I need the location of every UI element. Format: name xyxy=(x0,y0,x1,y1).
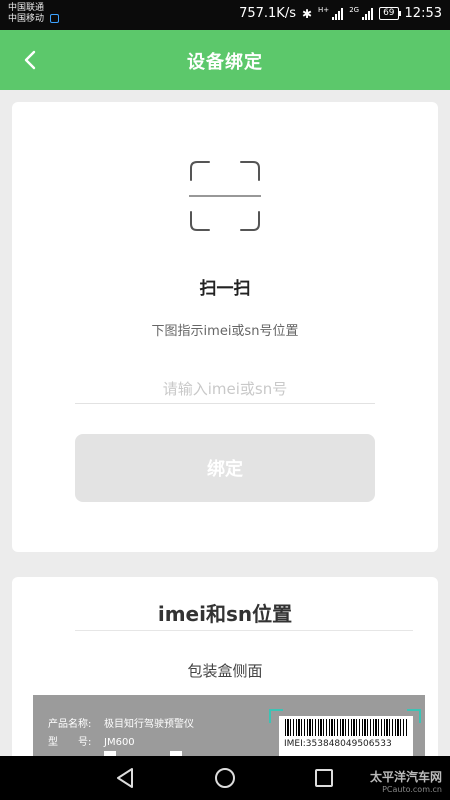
product-name-line: 产品名称: 极目知行驾驶预警仪 xyxy=(48,715,194,730)
square-recents-icon[interactable] xyxy=(309,764,339,792)
package-image: 产品名称: 极目知行驾驶预警仪 型 号: JM600 IMEI:3538480495… xyxy=(33,695,425,757)
watermark-line-1: 太平洋汽车网 xyxy=(369,770,442,784)
scan-hint: 下图指示imei或sn号位置 xyxy=(151,324,299,339)
clock: 12:53 xyxy=(404,6,442,21)
watermark-line-2: PCauto.com.cn xyxy=(382,785,442,794)
circle-home-icon[interactable] xyxy=(210,764,240,792)
signal-icon-2 xyxy=(362,7,374,20)
page-title: 设备绑定 xyxy=(187,52,263,73)
model-label: 型 号: xyxy=(48,737,92,748)
app-header: 设备绑定 xyxy=(0,30,450,90)
carrier-1: 中国联通 xyxy=(8,3,45,13)
product-name-value: 极目知行驾驶预警仪 xyxy=(104,719,194,730)
package-side-label: 包装盒侧面 xyxy=(187,662,263,680)
scan-title: 扫一扫 xyxy=(199,279,251,299)
net-type-2: 2G xyxy=(349,6,360,14)
system-nav-bar: 太平洋汽车网 PCauto.com.cn xyxy=(0,756,450,800)
battery-icon: 69 xyxy=(379,7,402,20)
lock-icon xyxy=(50,14,60,23)
carrier-info: 中国联通 中国移动 xyxy=(8,3,60,25)
signal-icon xyxy=(332,7,344,20)
bind-button[interactable]: 绑定 xyxy=(75,434,375,502)
triangle-back-icon[interactable] xyxy=(110,764,140,792)
product-name-label: 产品名称: xyxy=(48,719,92,730)
status-bar: 中国联通 中国移动 757.1K/s ✱ H+ 2G 69 12:53 xyxy=(0,0,450,30)
barcode-icon xyxy=(285,719,407,736)
scan-frame-icon[interactable] xyxy=(189,160,261,232)
net-type-1: H+ xyxy=(318,6,330,14)
watermark: 太平洋汽车网 PCauto.com.cn xyxy=(370,768,442,794)
carrier-2: 中国移动 xyxy=(8,14,45,24)
location-title: imei和sn位置 xyxy=(157,602,293,626)
status-indicators: 757.1K/s ✱ H+ 2G 69 12:53 xyxy=(239,6,442,21)
barcode-sticker: IMEI:353848049506533 xyxy=(279,716,413,757)
imei-input[interactable] xyxy=(75,374,375,404)
model-line: 型 号: JM600 xyxy=(48,733,135,748)
divider xyxy=(75,630,413,631)
model-value: JM600 xyxy=(104,737,135,748)
bluetooth-icon: ✱ xyxy=(301,6,313,21)
imei-barcode-label: IMEI:353848049506533 xyxy=(284,739,392,749)
net-speed: 757.1K/s xyxy=(239,6,296,21)
